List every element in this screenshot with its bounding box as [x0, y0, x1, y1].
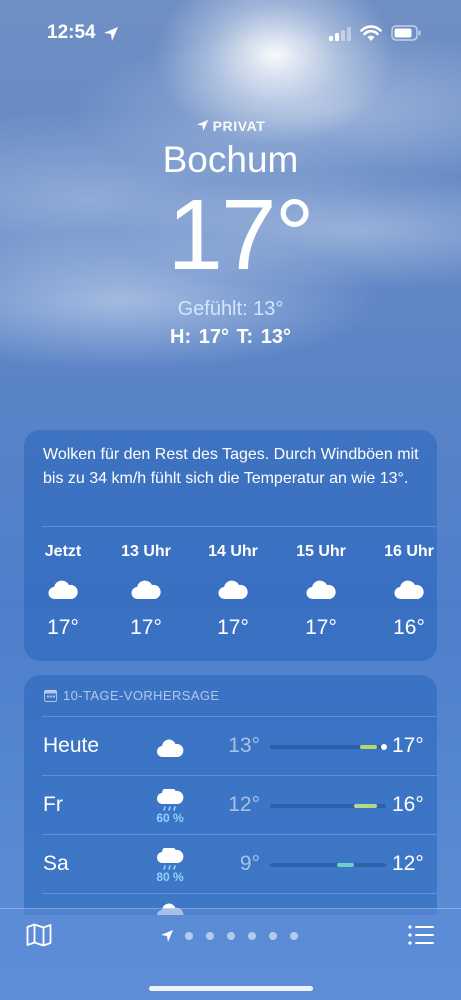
day-icon: 60 % [155, 789, 185, 825]
hour-time: 15 Uhr [296, 543, 346, 560]
feels-like: Gefühlt: 13° [177, 298, 284, 320]
list-icon[interactable] [408, 925, 434, 945]
day-high: 12° [392, 852, 424, 875]
cloud-icon [218, 580, 248, 600]
location-arrow-icon [161, 930, 173, 942]
wifi-icon [360, 25, 382, 41]
cloud-icon [48, 580, 78, 600]
day-low: 9° [239, 852, 260, 875]
status-time: 12:54 [47, 22, 96, 43]
location-label-text: PRIVAT [212, 118, 266, 134]
day-icon [155, 736, 185, 760]
day-name: Fr [43, 793, 63, 816]
city-name: Bochum [162, 139, 299, 180]
temperature-range-bar [270, 863, 386, 867]
divider [42, 526, 437, 527]
location-arrow-icon [196, 119, 208, 132]
temperature-range-bar [270, 744, 387, 750]
bottom-toolbar [0, 908, 461, 1000]
hour-temp: 17° [305, 616, 337, 639]
day-name: Sa [43, 852, 69, 875]
temperature-range-fill [360, 745, 377, 749]
day-row[interactable]: Heute 13° 17° [42, 716, 437, 775]
home-indicator[interactable] [149, 986, 313, 991]
day-high: 16° [392, 793, 424, 816]
day-row[interactable]: Sa 80 % 9° 12° [42, 834, 437, 893]
day-name: Heute [43, 734, 100, 757]
hour-item: 15 Uhr 17° [286, 543, 356, 640]
page-dot [185, 932, 193, 940]
current-temp-marker [380, 744, 387, 750]
page-dot [269, 932, 277, 940]
cloud-rain-icon [156, 848, 184, 870]
hour-temp: 17° [217, 616, 249, 639]
status-bar: 12:54 [0, 0, 461, 68]
day-high: 17° [392, 734, 424, 757]
hour-time: Jetzt [44, 543, 82, 560]
current-temperature: 17° [167, 179, 314, 291]
page-dot [248, 932, 256, 940]
hour-item: Jetzt 17° [28, 543, 98, 640]
hour-item: 16 Uhr 16° [374, 543, 437, 640]
cloud-icon [394, 580, 424, 600]
hour-item: 13 Uhr 17° [111, 543, 181, 640]
page-dot [290, 932, 298, 940]
daily-forecast-card[interactable]: 10-TAGE-VORHERSAGE Heute 13° 17° Fr 60 %… [24, 675, 437, 915]
cloud-icon [306, 580, 336, 600]
hour-temp: 17° [47, 616, 79, 639]
hour-temp: 17° [130, 616, 162, 639]
location-arrow-icon [104, 27, 118, 41]
page-dot [227, 932, 235, 940]
hour-time: 16 Uhr [384, 543, 434, 560]
day-low: 12° [228, 793, 260, 816]
hourly-forecast-card[interactable]: Wolken für den Rest des Tages. Durch Win… [24, 430, 437, 661]
location-label: PRIVAT [0, 118, 461, 134]
cloud-rain-icon [156, 789, 184, 811]
hour-time: 13 Uhr [121, 543, 171, 560]
weather-summary: Wolken für den Rest des Tages. Durch Win… [43, 446, 419, 487]
calendar-icon [44, 690, 57, 702]
precipitation-chance: 60 % [156, 811, 184, 825]
temperature-range-bar [270, 804, 386, 808]
day-low: 13° [228, 734, 260, 757]
page-indicator[interactable] [160, 929, 310, 943]
cloud-icon [131, 580, 161, 600]
temperature-range-fill [337, 863, 354, 867]
precipitation-chance: 80 % [156, 870, 184, 884]
hour-time: 14 Uhr [208, 543, 258, 560]
high-low: H: 17° T: 13° [170, 326, 291, 348]
hour-temp: 16° [393, 616, 425, 639]
day-icon: 80 % [155, 848, 185, 884]
cloud-icon [156, 739, 184, 758]
cellular-signal-icon [329, 27, 351, 41]
daily-header-text: 10-TAGE-VORHERSAGE [63, 688, 220, 703]
map-icon[interactable] [26, 923, 52, 947]
hour-item: 14 Uhr 17° [198, 543, 268, 640]
daily-header: 10-TAGE-VORHERSAGE [44, 688, 220, 703]
temperature-range-fill [353, 804, 377, 808]
day-row[interactable]: Fr 60 % 12° 16° [42, 775, 437, 834]
battery-icon [391, 25, 421, 41]
page-dot [206, 932, 214, 940]
